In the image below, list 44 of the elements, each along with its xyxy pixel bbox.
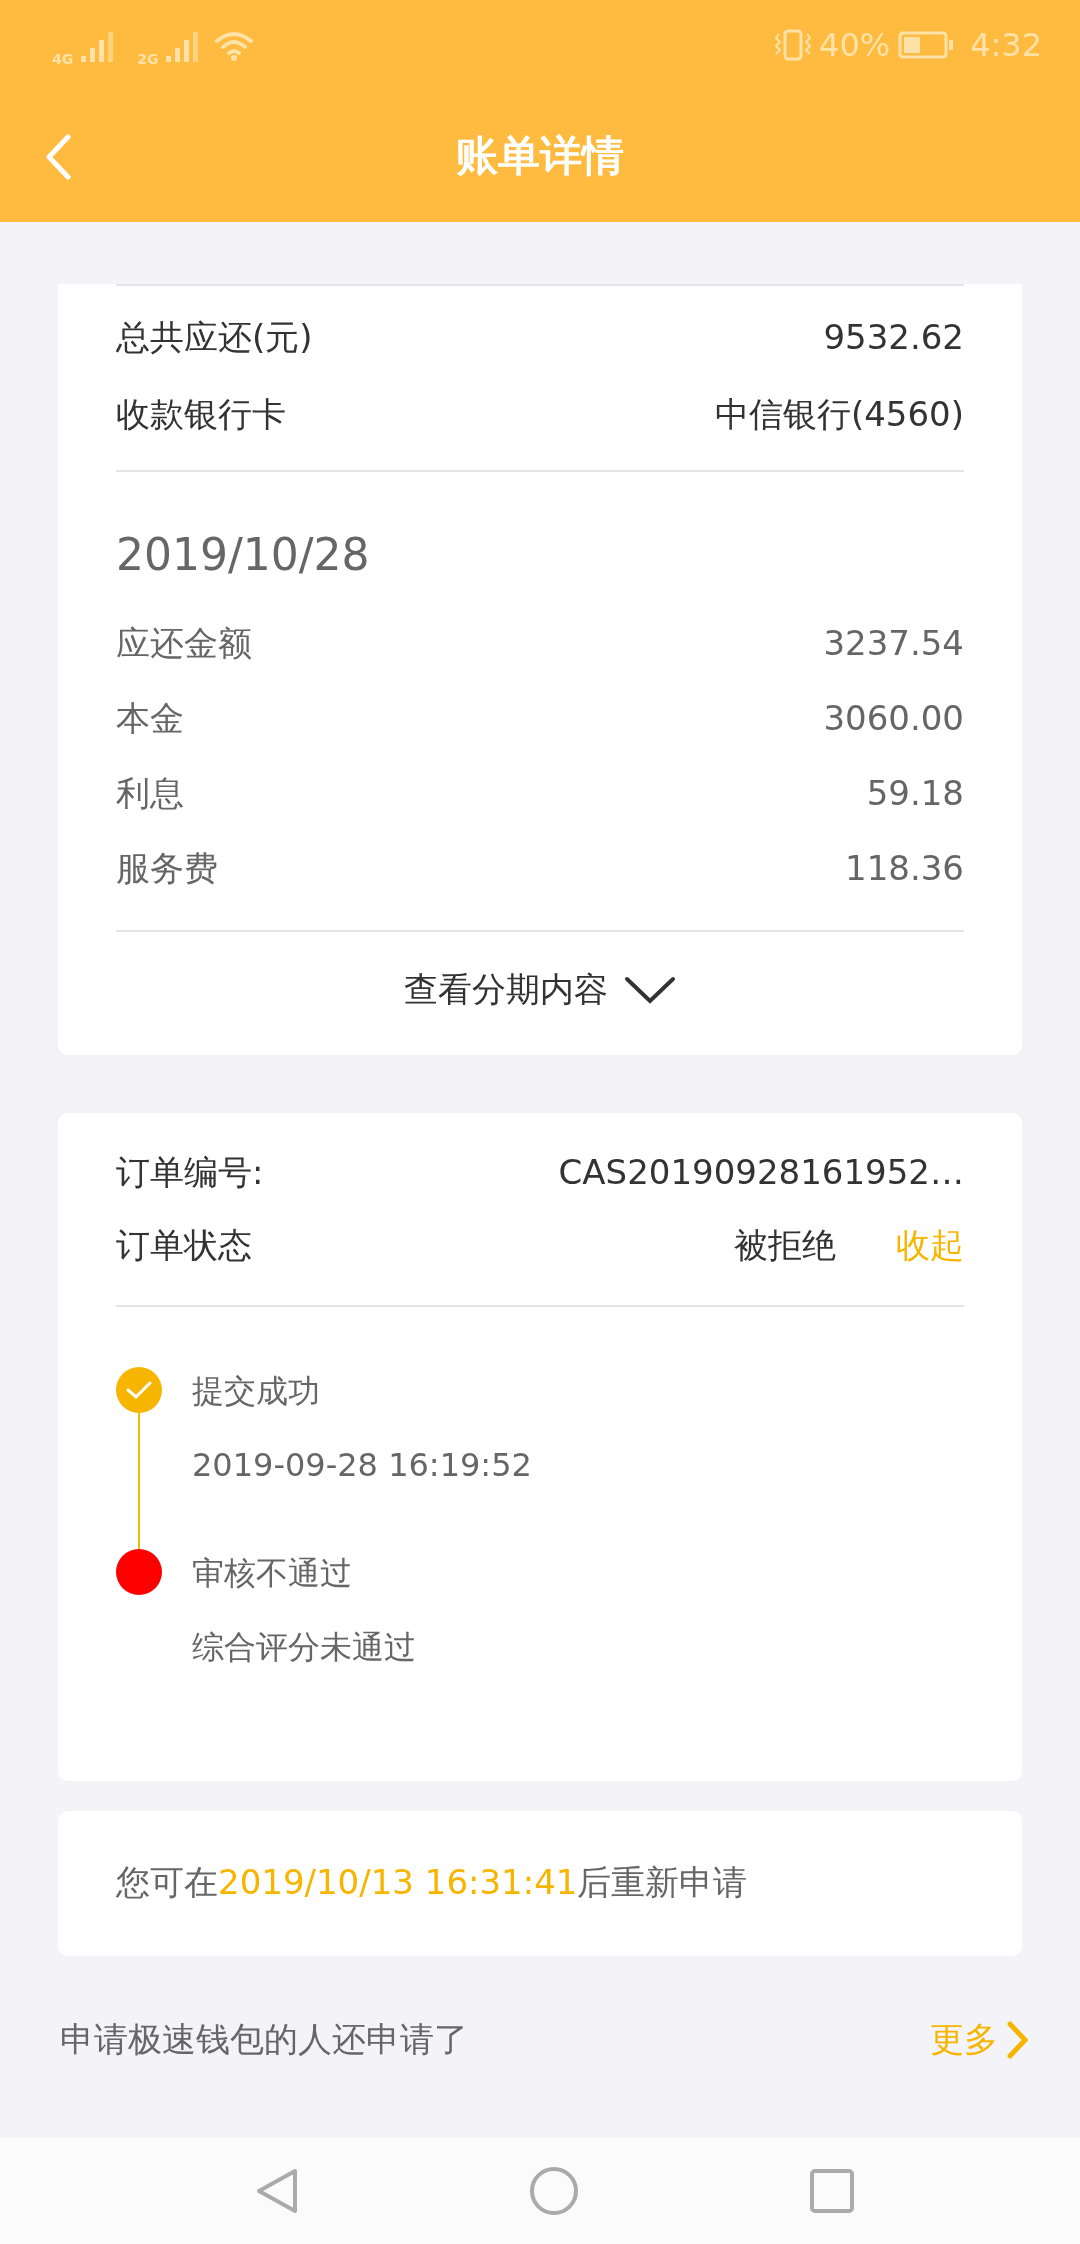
step-title: 提交成功 xyxy=(192,1371,321,1412)
row-label: 订单编号: xyxy=(116,1151,264,1194)
step-detail: 2019-09-28 16:19:52 xyxy=(192,1445,532,1486)
row-value: 3060.00 xyxy=(823,697,964,740)
row-value: 中信银行(4560) xyxy=(714,393,964,436)
network-label: 4G xyxy=(52,49,74,69)
vibrate-icon xyxy=(775,28,811,62)
row-label: 应还金额 xyxy=(116,622,252,665)
row-label: 本金 xyxy=(116,697,184,740)
collapse-link[interactable]: 收起 xyxy=(896,1220,964,1271)
installment-date: 2019/10/28 xyxy=(116,528,371,582)
more-link[interactable]: 更多 xyxy=(930,2014,1028,2065)
expand-link[interactable]: 查看分期内容 xyxy=(404,964,676,1015)
back-button[interactable] xyxy=(44,134,72,180)
triangle-icon xyxy=(255,2167,299,2215)
page-title: 账单详情 xyxy=(456,130,624,182)
step-title: 审核不通过 xyxy=(192,1553,353,1594)
section-title: 申请极速钱包的人还申请了 xyxy=(60,2018,468,2061)
square-icon xyxy=(809,2168,855,2214)
row-label: 利息 xyxy=(116,772,184,815)
home-button[interactable] xyxy=(529,2166,579,2216)
row-value: 3237.54 xyxy=(823,622,964,665)
row-label: 收款银行卡 xyxy=(116,393,286,436)
wifi-icon xyxy=(214,29,255,61)
row-value: CAS20190928161952… xyxy=(558,1151,964,1194)
circle-icon xyxy=(529,2166,579,2216)
battery-percent: 40% xyxy=(819,25,891,66)
step-detail: 综合评分未通过 xyxy=(192,1627,416,1668)
chevron-right-icon xyxy=(1006,2020,1028,2059)
battery-icon xyxy=(898,31,955,59)
reapply-notice: 您可在2019/10/13 16:31:41后重新申请 xyxy=(116,1861,749,1904)
row-value: 9532.62 xyxy=(823,316,964,359)
recents-button[interactable] xyxy=(809,2168,855,2214)
network-label: 2G xyxy=(137,49,159,69)
back-icon xyxy=(44,134,72,180)
row-label: 总共应还(元) xyxy=(116,316,313,359)
chevron-down-icon xyxy=(624,974,676,1005)
row-value: 59.18 xyxy=(866,772,964,815)
back-button[interactable] xyxy=(255,2167,299,2215)
clock-time: 4:32 xyxy=(970,25,1042,66)
row-label: 订单状态 xyxy=(116,1224,252,1267)
row-value: 118.36 xyxy=(845,847,964,890)
row-label: 服务费 xyxy=(116,847,218,890)
row-value: 被拒绝 xyxy=(734,1224,836,1267)
